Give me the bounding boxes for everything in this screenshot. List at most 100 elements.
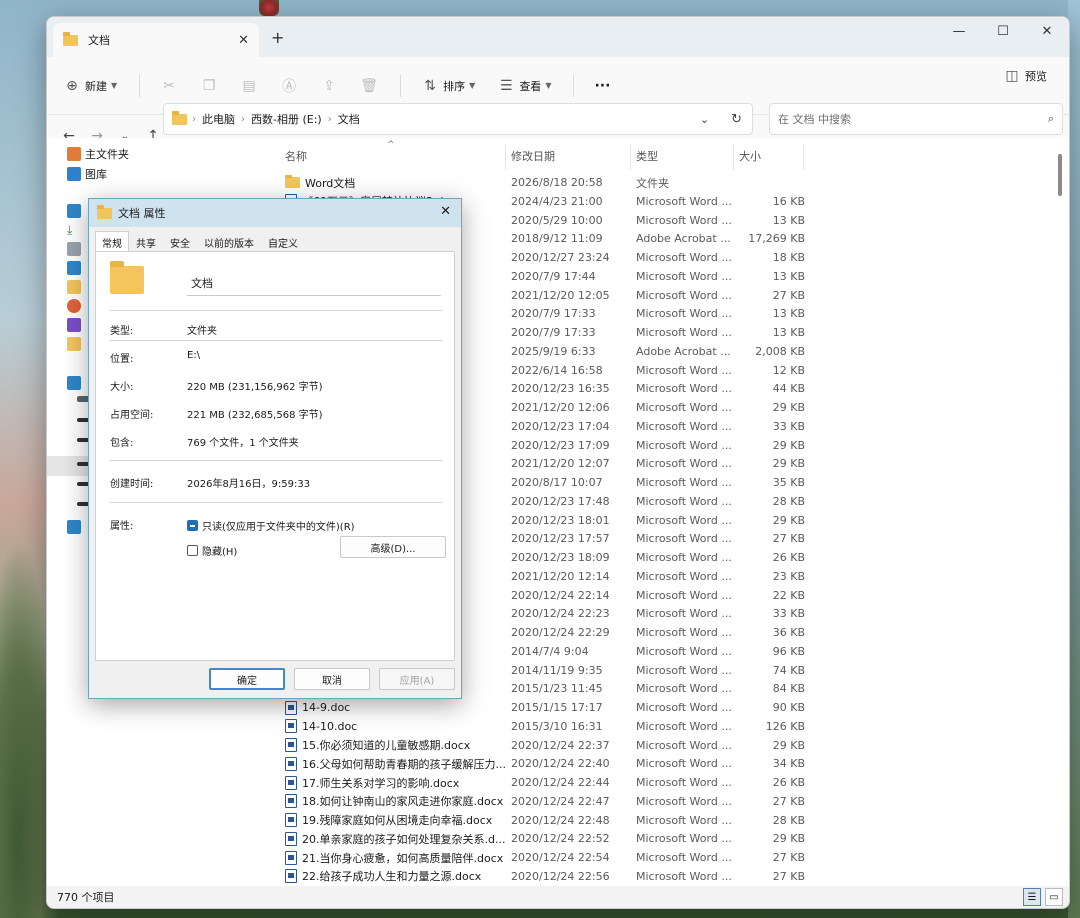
column-divider[interactable] — [803, 144, 804, 170]
nav-item-pictures[interactable] — [67, 261, 85, 275]
dialog-title: 文档 属性 — [118, 207, 166, 220]
nav-item-network[interactable] — [67, 520, 85, 534]
column-header-type[interactable]: 类型 — [636, 148, 658, 170]
window-controls: — ☐ ✕ — [937, 17, 1069, 45]
refresh-icon[interactable]: ↻ — [731, 112, 742, 127]
advanced-button[interactable]: 高级(D)... — [340, 536, 446, 558]
tab-general[interactable]: 常规 — [95, 231, 129, 253]
vertical-scrollbar[interactable] — [1055, 142, 1065, 882]
search-icon[interactable]: ⌕ — [1048, 112, 1054, 126]
file-date: 2015/3/10 16:31 — [511, 719, 603, 733]
nav-item-folder[interactable] — [67, 280, 85, 294]
column-header-name[interactable]: 名称 — [285, 148, 307, 170]
share-button[interactable]: ⇪ — [320, 77, 338, 95]
tab-label: 文档 — [88, 34, 110, 47]
breadcrumb-this-pc[interactable]: 此电脑 — [202, 111, 235, 127]
file-row[interactable]: 17.师生关系对学习的影响.docx 2020/12/24 22:44 Micros… — [285, 773, 805, 792]
copy-button[interactable]: ❐ — [200, 77, 218, 95]
file-row[interactable]: 14-9.doc 2015/1/15 17:17 Microsoft Word ..… — [285, 698, 805, 717]
file-row[interactable]: 14-10.doc 2015/3/10 16:31 Microsoft Word .… — [285, 717, 805, 736]
file-size: 27 KB — [772, 288, 805, 302]
maximize-button[interactable]: ☐ — [981, 17, 1025, 45]
delete-button[interactable]: 🗑 — [360, 77, 378, 95]
computer-icon — [67, 376, 81, 390]
toolbar-divider — [400, 74, 402, 97]
tab-documents[interactable]: 文档 ✕ — [53, 23, 259, 57]
file-size: 22 KB — [772, 588, 805, 602]
nav-item-gallery[interactable]: 图库 — [67, 166, 107, 182]
address-bar[interactable]: › 此电脑 › 西数-相册 (E:) › 文档 ⌄ ↻ — [163, 103, 753, 135]
file-size: 33 KB — [772, 607, 805, 621]
file-name-text: Word文档 — [305, 176, 356, 190]
nav-item-downloads[interactable]: ⤓ — [67, 223, 85, 237]
nav-item-this-pc[interactable] — [67, 376, 85, 390]
nav-item-home[interactable]: 主文件夹 — [67, 146, 129, 162]
column-divider[interactable] — [505, 144, 506, 170]
ok-button[interactable]: 确定 — [209, 668, 285, 690]
column-divider[interactable] — [630, 144, 631, 170]
cut-button[interactable]: ✂ — [160, 77, 178, 95]
tab-close-icon[interactable]: ✕ — [238, 33, 249, 48]
column-header-size[interactable]: 大小 — [739, 148, 761, 170]
readonly-checkbox[interactable]: 只读(仅应用于文件夹中的文件)(R) — [187, 518, 355, 533]
file-row[interactable]: 22.给孩子成功人生和力量之源.docx 2020/12/24 22:56 Micr… — [285, 867, 805, 886]
paste-button[interactable]: ▤ — [240, 77, 258, 95]
more-options-button[interactable]: ··· — [594, 78, 610, 94]
tab-security[interactable]: 安全 — [163, 231, 197, 253]
type-value: 文件夹 — [187, 326, 217, 337]
tab-customize[interactable]: 自定义 — [261, 231, 305, 253]
word-file-icon — [285, 794, 297, 809]
nav-item-desktop[interactable] — [67, 204, 85, 218]
file-name: 16.父母如何帮助青春期的孩子缓解压力... — [285, 756, 505, 772]
file-row[interactable]: 19.残障家庭如何从困境走向幸福.docx 2020/12/24 22:48 Mic… — [285, 811, 805, 830]
new-button[interactable]: ⊕ 新建 ▼ — [63, 77, 117, 95]
file-name-text: 22.给孩子成功人生和力量之源.docx — [302, 870, 482, 884]
checkbox-unchecked[interactable] — [187, 545, 198, 556]
column-header-date[interactable]: 修改日期 — [511, 148, 555, 170]
file-row[interactable]: 15.你必须知道的儿童敏感期.docx 2020/12/24 22:37 Micro… — [285, 736, 805, 755]
rename-button[interactable]: Ⓐ — [280, 77, 298, 95]
file-row[interactable]: 20.单亲家庭的孩子如何处理复杂关系.d... 2020/12/24 22:52 M… — [285, 829, 805, 848]
view-button[interactable]: ☰ 查看 ▼ — [497, 77, 551, 95]
column-divider[interactable] — [733, 144, 734, 170]
word-file-icon — [285, 719, 297, 734]
minimize-button[interactable]: — — [937, 17, 981, 45]
disk-size-value: 221 MB (232,685,568 字节) — [187, 410, 323, 421]
nav-item-documents[interactable] — [67, 242, 85, 256]
new-tab-button[interactable]: + — [271, 28, 284, 47]
file-row[interactable]: 21.当你身心疲惫，如何高质量陪伴.docx 2020/12/24 22:54 Mi… — [285, 848, 805, 867]
general-panel: 文档 类型: 文件夹 位置: E:\ 大小: 220 MB (231,156,9… — [95, 251, 455, 661]
dialog-close-button[interactable]: ✕ — [440, 204, 451, 219]
tab-sharing[interactable]: 共享 — [129, 231, 163, 253]
search-box[interactable]: 在 文档 中搜索 ⌕ — [769, 103, 1063, 135]
details-view-button[interactable]: ☰ — [1023, 888, 1041, 906]
folder-name-field[interactable]: 文档 — [187, 270, 441, 296]
apply-button[interactable]: 应用(A) — [379, 668, 455, 690]
file-date: 2021/12/20 12:05 — [511, 288, 610, 302]
scrollbar-thumb[interactable] — [1058, 154, 1062, 196]
nav-item-folder-2[interactable] — [67, 337, 85, 351]
address-dropdown-icon[interactable]: ⌄ — [700, 113, 709, 126]
preview-label: 预览 — [1025, 70, 1047, 83]
preview-button[interactable]: ◫ 预览 — [1003, 67, 1047, 85]
sort-button[interactable]: ⇅ 排序 ▼ — [421, 77, 475, 95]
file-date: 2025/9/19 6:33 — [511, 344, 596, 358]
file-row[interactable]: 18.如何让钟南山的家风走进你家庭.docx 2020/12/24 22:47 Mi… — [285, 792, 805, 811]
file-row[interactable]: 16.父母如何帮助青春期的孩子缓解压力... 2020/12/24 22:40 Mi… — [285, 754, 805, 773]
checkbox-indeterminate[interactable] — [187, 520, 198, 531]
properties-dialog: 文档 属性 ✕ 常规 共享 安全 以前的版本 自定义 文档 类型: 文件夹 位置… — [88, 198, 462, 699]
close-window-button[interactable]: ✕ — [1025, 17, 1069, 45]
tiles-view-button[interactable]: ▭ — [1045, 888, 1063, 906]
breadcrumb-current[interactable]: 文档 — [338, 111, 360, 127]
breadcrumb-drive[interactable]: 西数-相册 (E:) — [251, 111, 322, 127]
tab-previous-versions[interactable]: 以前的版本 — [197, 231, 261, 253]
chevron-down-icon: ▼ — [111, 81, 118, 90]
file-name: 18.如何让钟南山的家风走进你家庭.docx — [285, 793, 505, 809]
cancel-button[interactable]: 取消 — [294, 668, 370, 690]
nav-item-videos[interactable] — [67, 318, 85, 332]
location-value: E:\ — [187, 350, 201, 361]
nav-item-music[interactable] — [67, 299, 85, 313]
item-count: 770 个项目 — [57, 891, 115, 904]
hidden-checkbox[interactable]: 隐藏(H) — [187, 543, 237, 558]
file-row[interactable]: Word文档 2026/8/18 20:58 文件夹 — [285, 173, 805, 192]
